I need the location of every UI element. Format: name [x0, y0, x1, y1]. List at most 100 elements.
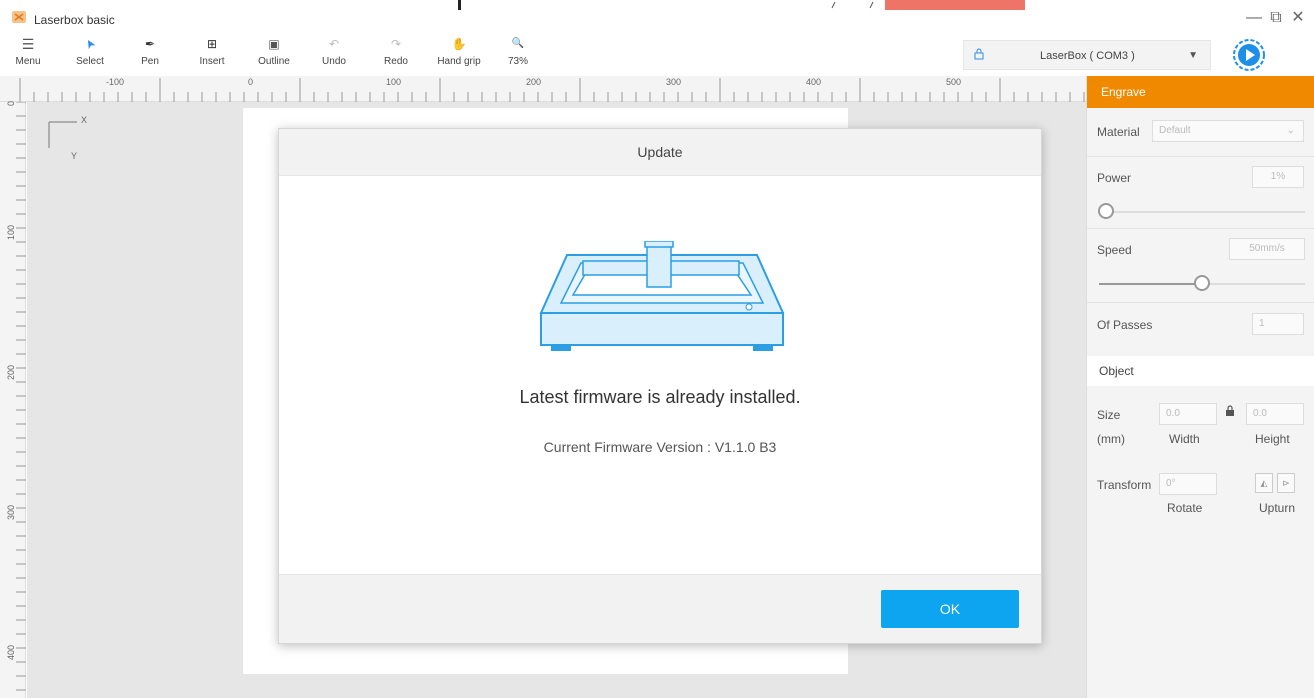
ruler-label: 300	[6, 504, 16, 520]
insert-icon: ⊞	[206, 37, 218, 51]
passes-value: 1	[1259, 318, 1265, 329]
lock-ratio-icon[interactable]	[1225, 404, 1235, 422]
insert-button[interactable]: ⊞ Insert	[188, 34, 236, 74]
power-slider-thumb[interactable]	[1098, 203, 1114, 219]
material-label: Material	[1097, 125, 1140, 139]
close-button[interactable]: ✕	[1288, 8, 1308, 28]
ruler-label: 500	[946, 77, 962, 87]
material-select[interactable]: Default ⌄	[1152, 120, 1304, 142]
size-unit: (mm)	[1097, 432, 1125, 446]
transform-label: Transform	[1097, 478, 1152, 492]
menu-button[interactable]: ☰ Menu	[4, 34, 52, 74]
status-message: Latest firmware is already installed.	[519, 387, 801, 407]
hand-grip-button[interactable]: ✋ Hand grip	[432, 34, 486, 74]
speed-label: Speed	[1097, 243, 1132, 257]
object-header: Object	[1099, 364, 1134, 378]
chevron-down-icon: ⌄	[1286, 125, 1295, 136]
ruler-label: 300	[666, 77, 682, 87]
tool-label: Redo	[384, 56, 408, 67]
ruler-label: 400	[806, 77, 822, 87]
ruler-top-ticks	[19, 78, 1085, 102]
update-dialog: Update Latest firmware is already instal…	[278, 128, 1042, 644]
app-title: Laserbox basic	[34, 13, 115, 27]
undo-button[interactable]: ↶ Undo	[310, 34, 358, 74]
pen-icon: ✒	[144, 37, 156, 51]
ruler-top: -100 0 100 200 300 400 500	[0, 76, 1086, 102]
restore-button[interactable]: ⧉	[1266, 8, 1286, 28]
redo-icon: ↷	[390, 37, 402, 51]
tool-label: Select	[76, 56, 104, 67]
engrave-header: Engrave	[1087, 76, 1314, 108]
passes-label: Of Passes	[1097, 318, 1153, 332]
width-input[interactable]: 0.0	[1159, 403, 1217, 425]
zoom-level: 73%	[507, 56, 528, 67]
pen-button[interactable]: ✒ Pen	[126, 34, 174, 74]
height-value: 0.0	[1253, 408, 1267, 419]
hand-icon: ✋	[451, 37, 467, 51]
ok-button[interactable]: OK	[881, 590, 1019, 628]
dialog-footer: OK	[279, 574, 1041, 643]
power-value: 1%	[1270, 171, 1286, 182]
zoom-button[interactable]: 🔍 73%	[494, 34, 542, 74]
tool-label: Pen	[141, 56, 159, 67]
axis-x-label: X	[81, 115, 88, 125]
menu-icon: ☰	[21, 36, 35, 52]
power-label: Power	[1097, 171, 1132, 185]
ruler-label: 100	[386, 77, 402, 87]
firmware-version: Current Firmware Version : V1.1.0 B3	[543, 439, 777, 455]
settings-panel: Engrave Material Default ⌄ Power 1% Spee…	[1086, 76, 1314, 698]
ruler-left-ticks	[16, 101, 26, 691]
divider	[1087, 156, 1314, 157]
ruler-label: 100	[6, 224, 16, 240]
height-input[interactable]: 0.0	[1246, 403, 1304, 425]
speed-slider-thumb[interactable]	[1194, 275, 1210, 291]
app-logo-icon	[12, 11, 26, 23]
dialog-title: Update	[279, 129, 1041, 176]
laser-machine-illustration	[539, 241, 785, 351]
undo-icon: ↶	[328, 37, 340, 51]
material-value: Default	[1159, 125, 1191, 136]
select-button[interactable]: ➤ Select	[66, 34, 114, 74]
tool-label: Insert	[199, 56, 225, 67]
width-label: Width	[1169, 432, 1200, 446]
ruler-label: 200	[526, 77, 542, 87]
outline-icon: ▣	[268, 37, 280, 51]
divider	[1087, 228, 1314, 229]
power-slider-track[interactable]	[1099, 211, 1305, 213]
ruler-label: 0	[248, 77, 254, 87]
device-name: LaserBox ( COM3 )	[1040, 50, 1135, 62]
speed-input[interactable]: 50mm/s	[1229, 238, 1305, 260]
axis-indicator-icon	[48, 121, 77, 148]
ruler-label: 0	[6, 100, 16, 106]
rotate-label: Rotate	[1167, 501, 1203, 515]
lock-icon	[974, 48, 984, 63]
height-label: Height	[1255, 432, 1290, 446]
flip-horizontal-icon[interactable]: ⊳	[1277, 473, 1295, 493]
redo-button[interactable]: ↷ Redo	[372, 34, 420, 74]
top-strip-red	[885, 0, 1025, 10]
upturn-label: Upturn	[1259, 501, 1296, 515]
passes-input[interactable]: 1	[1252, 313, 1304, 335]
run-button[interactable]	[1233, 39, 1265, 71]
rotate-input[interactable]: 0°	[1159, 473, 1217, 495]
ruler-label: -100	[106, 77, 125, 87]
tool-label: Undo	[322, 56, 346, 67]
tool-label: Menu	[15, 56, 41, 67]
ruler-label: 400	[6, 644, 16, 660]
object-header-bar: Object	[1087, 356, 1314, 386]
top-strip-marks	[831, 1, 874, 9]
device-select[interactable]: LaserBox ( COM3 ) ▼	[963, 40, 1211, 70]
tool-label: Hand grip	[437, 56, 481, 67]
axis-y-label: Y	[71, 151, 78, 161]
size-label: Size	[1097, 408, 1121, 422]
rotate-value: 0°	[1166, 478, 1176, 489]
width-value: 0.0	[1166, 408, 1180, 419]
power-input[interactable]: 1%	[1252, 166, 1304, 188]
top-strip-dark	[458, 0, 461, 10]
divider	[1087, 302, 1314, 303]
flip-vertical-icon[interactable]: ◭	[1255, 473, 1273, 493]
title-bar: Laserbox basic — ⧉ ✕	[0, 0, 1314, 30]
ruler-left: 0 100 200 300 400	[0, 100, 26, 698]
outline-button[interactable]: ▣ Outline	[250, 34, 298, 74]
minimize-button[interactable]: —	[1244, 8, 1264, 28]
